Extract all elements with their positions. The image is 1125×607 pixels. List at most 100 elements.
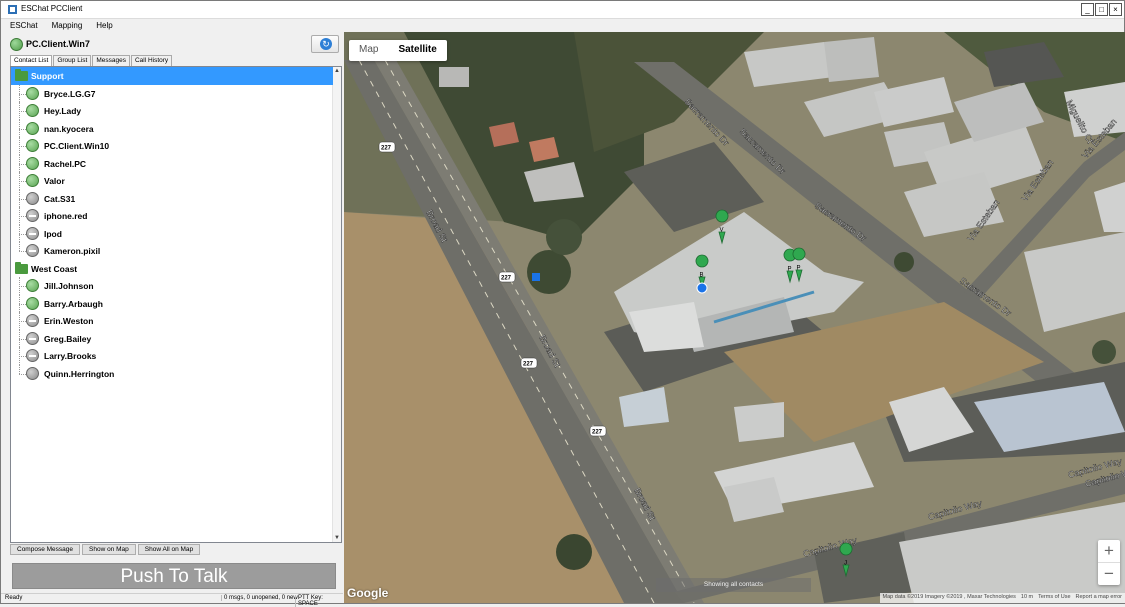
tree-connector (19, 111, 26, 112)
tab-group-list[interactable]: Group List (53, 55, 92, 66)
tree-connector (19, 242, 20, 251)
status-dnd-icon (26, 349, 39, 362)
show-on-map-button[interactable]: Show on Map (82, 544, 136, 555)
satellite-map[interactable]: Broad St Broad St Broad St Sacramento Dr… (344, 32, 1125, 603)
showing-contacts-label: Showing all contacts (656, 578, 811, 592)
folder-icon (15, 261, 28, 274)
status-ready: Ready (5, 595, 23, 601)
tree-connector (19, 93, 26, 95)
svg-text:227: 227 (523, 362, 534, 368)
svg-text:V: V (720, 228, 724, 234)
window-title: ESChat PCClient (21, 4, 83, 13)
group-row[interactable]: West Coast (11, 260, 333, 278)
status-online-icon (26, 104, 39, 117)
route-shield-icon: 227 (589, 425, 607, 437)
contact-row[interactable]: Greg.Bailey (11, 329, 333, 347)
route-shield-icon: 227 (520, 357, 538, 369)
contact-row[interactable]: Hey.Lady (11, 102, 333, 120)
status-online-icon (26, 139, 39, 152)
scale-label: 10 m (1020, 594, 1034, 600)
contact-label: Bryce.LG.G7 (44, 88, 96, 99)
push-to-talk-button[interactable]: Push To Talk (12, 563, 336, 589)
tab-strip: Contact List Group List Messages Call Hi… (10, 55, 173, 67)
menu-bar: ESChat Mapping Help (1, 19, 1124, 32)
svg-text:227: 227 (592, 430, 603, 436)
status-dnd-icon (26, 314, 39, 327)
status-online-icon (26, 86, 39, 100)
close-button[interactable]: × (1109, 3, 1122, 16)
tree-connector (19, 216, 26, 217)
contact-label: Quinn.Herrington (44, 368, 115, 379)
satellite-imagery: Broad St Broad St Broad St Sacramento Dr… (344, 32, 1125, 603)
minimize-button[interactable]: _ (1081, 3, 1094, 16)
status-online-icon (26, 296, 39, 310)
show-all-on-map-button[interactable]: Show All on Map (137, 544, 201, 555)
status-dnd-icon (26, 244, 39, 257)
scroll-up-icon[interactable]: ▲ (333, 67, 341, 75)
tab-call-history[interactable]: Call History (130, 55, 173, 66)
contact-label: Larry.Brooks (44, 351, 97, 361)
contact-label: Valor (44, 176, 65, 186)
contact-row[interactable]: Barry.Arbaugh (11, 294, 333, 312)
tree-connector (19, 303, 26, 305)
report-error-link[interactable]: Report a map error (1076, 594, 1122, 602)
contact-label: Greg.Bailey (44, 333, 92, 344)
map-type-map-button[interactable]: Map (349, 40, 388, 61)
maximize-button[interactable]: □ (1095, 3, 1108, 16)
current-user: PC.Client.Win7 ↻ (8, 35, 341, 53)
map-attribution: Map data ©2019 Imagery ©2019 , Maxar Tec… (879, 593, 1125, 603)
contact-row[interactable]: Jill.Johnson (11, 277, 333, 295)
tab-messages[interactable]: Messages (92, 55, 130, 66)
tree-connector (19, 321, 26, 322)
route-shield-icon: 227 (378, 141, 396, 153)
svg-text:B: B (700, 273, 704, 279)
status-online-icon (26, 121, 39, 135)
contact-row[interactable]: nan.kyocera (11, 119, 333, 137)
status-dnd-icon (26, 209, 39, 222)
route-shield-icon: 227 (498, 271, 516, 283)
map-type-satellite-button[interactable]: Satellite (388, 40, 446, 61)
bus-stop-icon (532, 273, 540, 281)
tree-connector (19, 251, 26, 252)
title-bar: ESChat PCClient _ □ × (1, 1, 1124, 19)
folder-icon (15, 69, 28, 81)
contact-row[interactable]: Erin.Weston (11, 312, 333, 330)
refresh-button[interactable]: ↻ (311, 35, 339, 53)
contact-label: Rachel.PC (44, 158, 87, 169)
zoom-in-button[interactable]: + (1098, 540, 1120, 562)
status-bar: Ready 0 msgs, 0 unopened, 0 new PTT Key:… (1, 593, 343, 607)
tree-connector (19, 233, 26, 235)
group-label: Support (31, 71, 64, 81)
contact-label: Ipod (44, 228, 62, 239)
contact-row[interactable]: Bryce.LG.G7 (11, 84, 333, 102)
contact-row[interactable]: iphone.red (11, 207, 333, 225)
terms-link[interactable]: Terms of Use (1038, 594, 1070, 602)
contact-row[interactable]: Rachel.PC (11, 154, 333, 172)
tree-scrollbar[interactable]: ▲ ▼ (332, 67, 341, 542)
contact-row[interactable]: Ipod (11, 224, 333, 242)
menu-mapping[interactable]: Mapping (43, 19, 88, 32)
menu-eschat[interactable]: ESChat (1, 19, 43, 32)
contact-row[interactable]: Cat.S31 (11, 189, 333, 207)
compose-message-button[interactable]: Compose Message (10, 544, 80, 555)
menu-help[interactable]: Help (87, 19, 117, 32)
contact-row[interactable]: Kameron.pixil (11, 242, 333, 260)
status-ptt-key: PTT Key: SPACE (295, 595, 343, 607)
attribution-data: Map data ©2019 Imagery ©2019 , Maxar Tec… (882, 594, 1016, 600)
contact-label: Cat.S31 (44, 193, 76, 204)
contact-row[interactable]: Quinn.Herrington (11, 364, 333, 383)
tree-connector (19, 198, 26, 200)
status-offline-icon (26, 366, 39, 380)
contact-row[interactable]: PC.Client.Win10 (11, 137, 333, 155)
contact-row[interactable]: Larry.Brooks (11, 347, 333, 365)
zoom-out-button[interactable]: − (1098, 563, 1120, 585)
tree-connector (19, 146, 26, 147)
status-messages: 0 msgs, 0 unopened, 0 new (221, 595, 298, 601)
status-online-icon (26, 156, 39, 170)
contact-row[interactable]: Valor (11, 172, 333, 190)
scroll-down-icon[interactable]: ▼ (333, 534, 341, 542)
status-online-icon (26, 279, 39, 292)
svg-text:P: P (788, 267, 792, 273)
group-row[interactable]: Support (11, 67, 333, 85)
tree-connector (19, 364, 20, 374)
